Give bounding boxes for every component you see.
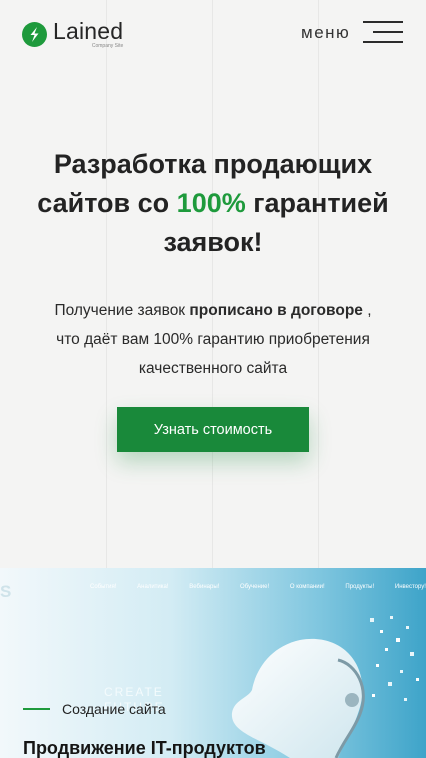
- promo-logo: S: [0, 582, 12, 601]
- promo-title: Продвижение IT-продуктов: [23, 738, 266, 758]
- logo-tagline: Company Site: [91, 43, 124, 49]
- hero-title-accent: 100%: [176, 188, 246, 218]
- logo-name: Lained: [53, 18, 124, 44]
- hero-sub-line3: качественного сайта: [138, 360, 288, 377]
- promo-banner: S События! Аналитика! Вебинары! Обучение…: [0, 568, 426, 758]
- promo-nav-item[interactable]: Вебинары!: [189, 584, 219, 590]
- robot-head-illustration: [231, 616, 419, 758]
- background-grid-lines: [0, 0, 426, 568]
- promo-nav-item[interactable]: Инвестору!: [395, 584, 426, 590]
- hero-title-bold: со: [137, 188, 177, 218]
- hero-title-line2-prefix: сайтов: [37, 188, 138, 218]
- promo-label: Создание сайта: [23, 701, 166, 717]
- promo-nav-item[interactable]: События!: [90, 584, 116, 590]
- hamburger-menu-icon[interactable]: [363, 20, 403, 44]
- promo-nav-item[interactable]: Обучение!: [240, 584, 269, 590]
- get-price-button[interactable]: Узнать стоимость: [117, 407, 309, 452]
- hero-title-bold-end: гарантией: [245, 188, 389, 218]
- menu-label[interactable]: меню: [301, 23, 350, 43]
- hero-title-line3: заявок!: [163, 227, 263, 257]
- promo-nav-item[interactable]: О компании!: [290, 584, 325, 590]
- promo-nav: События! Аналитика! Вебинары! Обучение! …: [90, 584, 426, 590]
- hero-sub-bold: прописано в договоре: [189, 302, 363, 319]
- logo-mark-icon: [22, 22, 47, 47]
- accent-dash: [23, 708, 50, 710]
- promo-nav-item[interactable]: Аналитика!: [137, 584, 168, 590]
- hero-title-line1: Разработка продающих: [53, 149, 373, 179]
- hero-title: Разработка продающих сайтов со 100% гара…: [20, 145, 406, 262]
- hero-subtitle: Получение заявок прописано в договоре , …: [20, 296, 406, 383]
- promo-nav-item[interactable]: Продукты!: [345, 584, 374, 590]
- hero-sub-prefix: Получение заявок: [54, 302, 190, 319]
- logo[interactable]: Lained Company Site: [22, 20, 123, 49]
- hero-sub-line2: что даёт вам 100% гарантию приобретения: [56, 331, 370, 348]
- site-header: Lained Company Site меню: [0, 0, 426, 66]
- promo-ghost-line1: CREATE: [104, 685, 164, 699]
- hero-sub-suffix: ,: [362, 302, 372, 319]
- promo-label-text: Создание сайта: [62, 701, 166, 717]
